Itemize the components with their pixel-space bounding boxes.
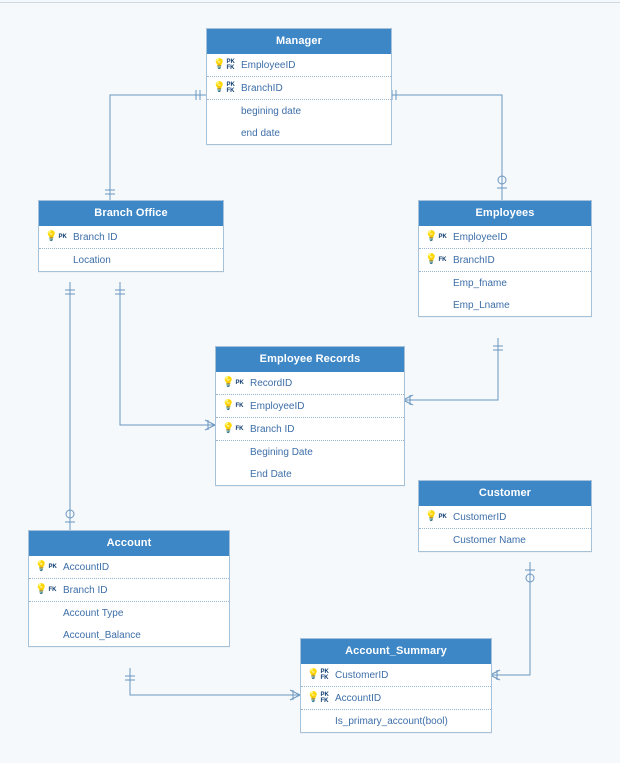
attribute-row: 💡FK BranchID [419,249,591,272]
key-icon: 💡FK [222,401,248,411]
page-divider [0,2,620,3]
key-icon: 💡PKFK [307,669,333,681]
entity-customer[interactable]: Customer 💡PK CustomerID Customer Name [418,480,592,552]
key-icon: 💡PKFK [213,59,239,71]
key-icon: 💡PKFK [213,82,239,94]
attribute-row: End Date [216,463,404,485]
key-icon: 💡PK [425,232,451,242]
attribute-row: Emp_fname [419,272,591,294]
key-icon: 💡PKFK [307,692,333,704]
entity-title: Branch Office [39,201,223,226]
attribute-row: 💡PK CustomerID [419,506,591,529]
attribute-row: 💡FK EmployeeID [216,395,404,418]
key-icon: 💡PK [45,232,71,242]
attribute-row: 💡PKFK CustomerID [301,664,491,687]
entity-title: Manager [207,29,391,54]
attribute-row: Location [39,249,223,271]
entity-manager[interactable]: Manager 💡PKFK EmployeeID 💡PKFK BranchID … [206,28,392,145]
key-icon: 💡PK [425,512,451,522]
er-diagram-canvas: Manager 💡PKFK EmployeeID 💡PKFK BranchID … [0,0,620,763]
key-icon: 💡PK [222,378,248,388]
attribute-row: begining date [207,100,391,122]
entity-title: Employee Records [216,347,404,372]
entity-account[interactable]: Account 💡PK AccountID 💡FK Branch ID Acco… [28,530,230,647]
attribute-row: 💡FK Branch ID [216,418,404,441]
attribute-row: Customer Name [419,529,591,551]
key-icon: 💡FK [222,424,248,434]
attribute-row: 💡PKFK BranchID [207,77,391,100]
attribute-row: Account_Balance [29,624,229,646]
entity-employees[interactable]: Employees 💡PK EmployeeID 💡FK BranchID Em… [418,200,592,317]
entity-title: Employees [419,201,591,226]
entity-title: Account_Summary [301,639,491,664]
attribute-row: 💡PK EmployeeID [419,226,591,249]
attribute-row: 💡PK AccountID [29,556,229,579]
attribute-row: 💡PK RecordID [216,372,404,395]
entity-branch-office[interactable]: Branch Office 💡PK Branch ID Location [38,200,224,272]
attribute-row: Begining Date [216,441,404,463]
attribute-row: 💡PKFK AccountID [301,687,491,710]
attribute-row: 💡PK Branch ID [39,226,223,249]
attribute-row: 💡PKFK EmployeeID [207,54,391,77]
attribute-row: end date [207,122,391,144]
entity-title: Customer [419,481,591,506]
entity-account-summary[interactable]: Account_Summary 💡PKFK CustomerID 💡PKFK A… [300,638,492,733]
key-icon: 💡PK [35,562,61,572]
entity-title: Account [29,531,229,556]
attribute-row: Account Type [29,602,229,624]
attribute-row: Is_primary_account(bool) [301,710,491,732]
entity-employee-records[interactable]: Employee Records 💡PK RecordID 💡FK Employ… [215,346,405,486]
key-icon: 💡FK [35,585,61,595]
key-icon: 💡FK [425,255,451,265]
attribute-row: Emp_Lname [419,294,591,316]
attribute-row: 💡FK Branch ID [29,579,229,602]
